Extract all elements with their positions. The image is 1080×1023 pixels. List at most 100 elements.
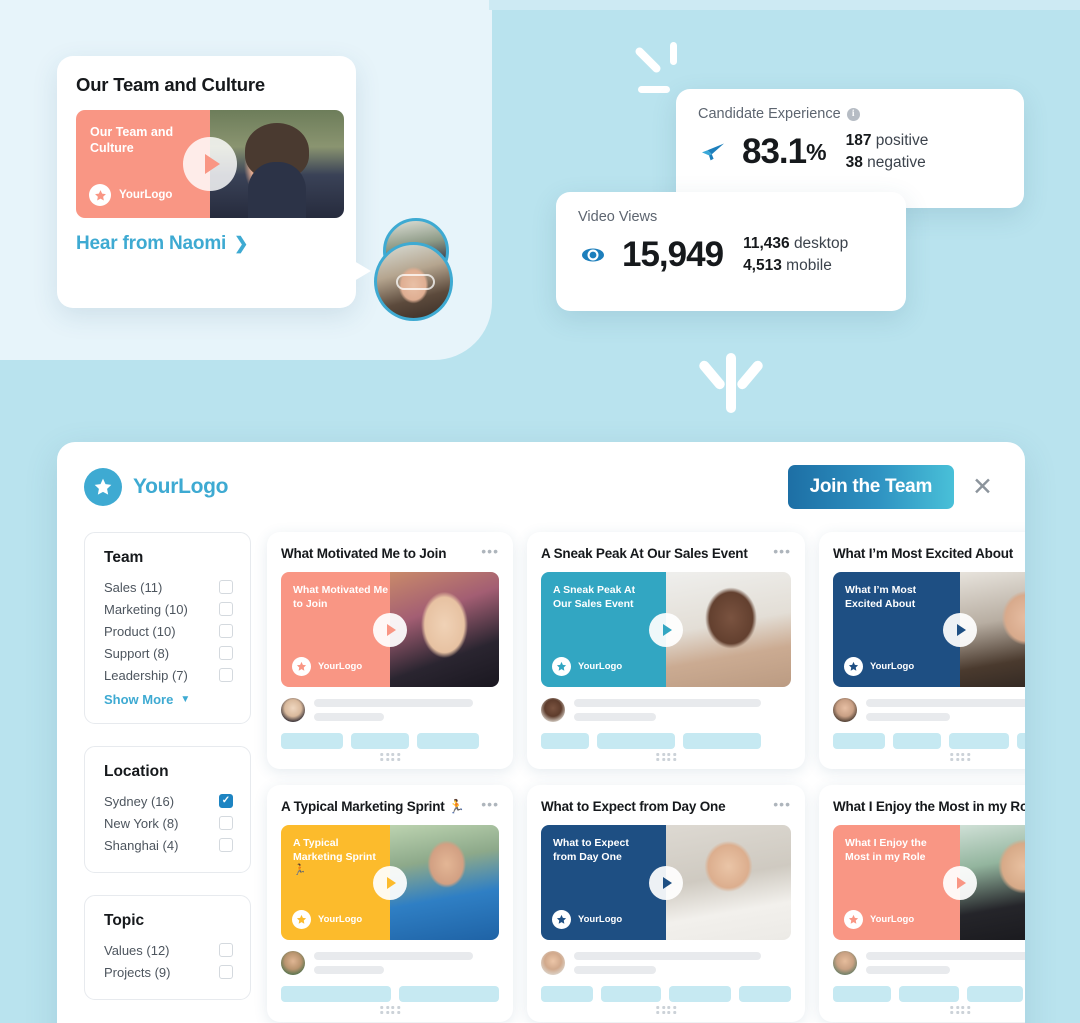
star-icon [844, 657, 863, 677]
tag-chip[interactable] [281, 733, 343, 750]
video-card[interactable]: What Motivated Me to Join ••• What Motiv… [267, 532, 513, 769]
video-thumbnail[interactable]: What Motivated Me to Join YourLogo [281, 572, 499, 688]
tag-chip[interactable] [541, 733, 589, 750]
video-logo-label: YourLogo [318, 914, 363, 926]
arrow-up-icon [697, 347, 765, 413]
checkbox[interactable] [219, 965, 233, 979]
video-thumbnail[interactable]: A Typical Marketing Sprint 🏃 YourLogo [281, 825, 499, 941]
avatar [541, 698, 565, 723]
drag-handle-icon[interactable] [656, 1005, 676, 1014]
checkbox[interactable] [219, 624, 233, 638]
video-thumbnail[interactable]: What I’m Most Excited About YourLogo [833, 572, 1025, 688]
hero-video-thumbnail[interactable]: Our Team and Culture YourLogo [76, 110, 344, 218]
tag-chip[interactable] [833, 733, 885, 750]
more-options-icon[interactable]: ••• [481, 797, 499, 811]
drag-handle-icon[interactable] [380, 752, 400, 761]
play-button[interactable] [649, 612, 683, 647]
tag-chip[interactable] [739, 986, 791, 1003]
drag-handle-icon[interactable] [380, 1005, 400, 1014]
show-more-label: Show More [104, 692, 174, 707]
play-button[interactable] [943, 865, 977, 900]
stat-card-candidate-experience: Candidate Experience i 83.1% 187 positiv… [676, 89, 1024, 208]
checkbox[interactable] [219, 602, 233, 616]
filter-option-sales[interactable]: Sales (11) [104, 576, 233, 598]
drag-handle-icon[interactable] [950, 1005, 970, 1014]
info-icon[interactable]: i [846, 107, 860, 121]
filter-option-label: Leadership (7) [104, 667, 188, 683]
video-card-meta [833, 951, 1025, 976]
filter-option-projects[interactable]: Projects (9) [104, 961, 233, 983]
tag-chip[interactable] [893, 733, 941, 750]
tag-chip[interactable] [1017, 733, 1025, 750]
filter-option-support[interactable]: Support (8) [104, 642, 233, 664]
tag-chip[interactable] [351, 733, 409, 750]
avatar [833, 951, 857, 976]
checkbox[interactable] [219, 838, 233, 852]
play-button[interactable] [373, 865, 407, 900]
tag-chip[interactable] [541, 986, 593, 1003]
tag-chip[interactable] [967, 986, 1023, 1003]
video-logo-label: YourLogo [870, 914, 915, 926]
checkbox[interactable] [219, 794, 233, 808]
video-card-grid: What Motivated Me to Join ••• What Motiv… [267, 532, 1025, 1022]
checkbox[interactable] [219, 668, 233, 682]
checkbox[interactable] [219, 943, 233, 957]
video-thumbnail[interactable]: A Sneak Peak At Our Sales Event YourLogo [541, 572, 791, 688]
drag-handle-icon[interactable] [656, 752, 676, 761]
show-more-button[interactable]: Show More ▼ [104, 692, 233, 707]
filter-option-sydney[interactable]: Sydney (16) [104, 790, 233, 812]
more-options-icon[interactable]: ••• [481, 544, 499, 558]
video-card[interactable]: What I’m Most Excited About ••• What I’m… [819, 532, 1025, 769]
tag-chip[interactable] [601, 986, 661, 1003]
join-the-team-button[interactable]: Join the Team [787, 465, 955, 509]
stat-card-video-views: Video Views 15,949 11,436 desktop 4,513 … [556, 192, 906, 311]
tag-chip[interactable] [669, 986, 731, 1003]
tag-chip[interactable] [281, 986, 391, 1003]
stat-breakdown: 187 positive 38 negative [845, 132, 929, 171]
tag-chip[interactable] [417, 733, 479, 750]
filter-option-product[interactable]: Product (10) [104, 620, 233, 642]
tag-chip[interactable] [833, 986, 891, 1003]
play-button[interactable] [649, 865, 683, 900]
filter-option-label: Shanghai (4) [104, 837, 179, 853]
filter-group-title: Location [104, 763, 169, 780]
play-button[interactable] [373, 612, 407, 647]
tag-chip[interactable] [949, 733, 1009, 750]
tag-chip[interactable] [597, 733, 675, 750]
video-card[interactable]: A Sneak Peak At Our Sales Event ••• A Sn… [527, 532, 805, 769]
star-icon [552, 657, 571, 677]
loading-spinner-icon [633, 42, 686, 93]
tag-chip[interactable] [399, 986, 499, 1003]
filter-option-leadership[interactable]: Leadership (7) [104, 664, 233, 686]
video-card-title: What to Expect from Day One [541, 799, 726, 814]
hear-from-naomi-link[interactable]: Hear from Naomi ❯ [76, 233, 337, 255]
video-card[interactable]: A Typical Marketing Sprint 🏃 ••• A Typic… [267, 785, 513, 1022]
more-options-icon[interactable]: ••• [773, 544, 791, 558]
play-button[interactable] [943, 612, 977, 647]
video-card[interactable]: What to Expect from Day One ••• What to … [527, 785, 805, 1022]
video-thumbnail[interactable]: What to Expect from Day One YourLogo [541, 825, 791, 941]
checkbox[interactable] [219, 580, 233, 594]
filter-option-label: Support (8) [104, 645, 170, 661]
video-overlay-title: What I Enjoy the Most in my Role [845, 837, 927, 863]
more-options-icon[interactable]: ••• [773, 797, 791, 811]
checkbox[interactable] [219, 816, 233, 830]
hero-video-card[interactable]: Our Team and Culture Our Team and Cultur… [57, 56, 356, 308]
video-thumbnail[interactable]: What I Enjoy the Most in my Role YourLog… [833, 825, 1025, 941]
brand-logo[interactable]: YourLogo [84, 468, 228, 506]
avatar-stack[interactable] [365, 218, 465, 324]
filter-option-shanghai[interactable]: Shanghai (4) [104, 834, 233, 856]
checkbox[interactable] [219, 646, 233, 660]
filter-option-label: New York (8) [104, 815, 179, 831]
close-icon[interactable]: ✕ [972, 474, 993, 500]
filter-option-marketing[interactable]: Marketing (10) [104, 598, 233, 620]
filter-option-label: Marketing (10) [104, 601, 188, 617]
filter-option-values[interactable]: Values (12) [104, 939, 233, 961]
filter-option-new-york[interactable]: New York (8) [104, 812, 233, 834]
drag-handle-icon[interactable] [950, 752, 970, 761]
tag-chip[interactable] [899, 986, 959, 1003]
placeholder-text [314, 952, 499, 975]
tag-chip[interactable] [683, 733, 761, 750]
video-card[interactable]: What I Enjoy the Most in my Role ••• Wha… [819, 785, 1025, 1022]
play-button[interactable] [183, 137, 237, 191]
